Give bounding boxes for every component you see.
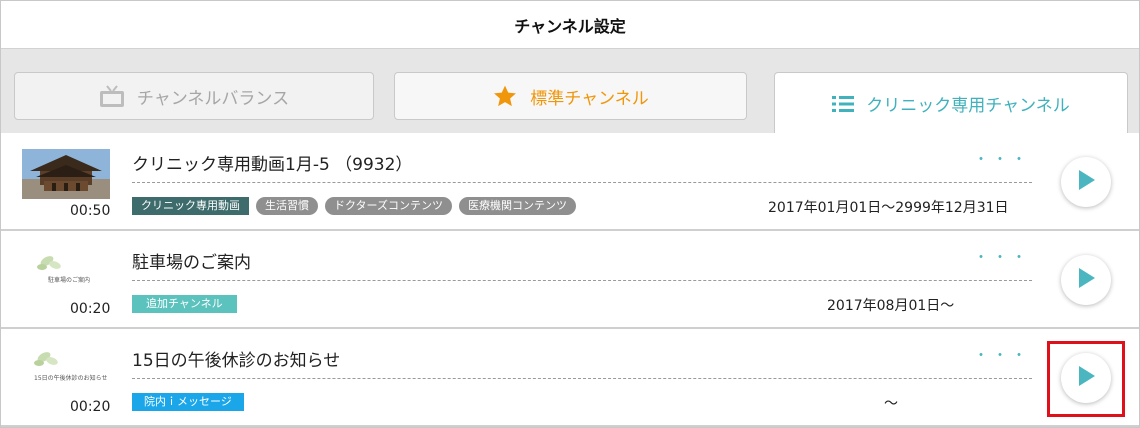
video-thumbnail[interactable] <box>22 149 110 199</box>
genre-tag: 生活習慣 <box>256 197 318 215</box>
video-duration: 00:20 <box>70 399 111 415</box>
page-title: チャンネル設定 <box>514 16 626 36</box>
video-title: クリニック専用動画1月‐5 （9932） <box>132 155 413 175</box>
list-item: 15日の午後休診のお知らせ 00:20 15日の午後休診のお知らせ ・・・ 院内… <box>1 329 1139 427</box>
divider <box>132 182 1032 183</box>
video-duration: 00:50 <box>70 203 111 219</box>
video-thumbnail[interactable]: 15日の午後休診のお知らせ <box>22 345 110 395</box>
genre-tag: ドクターズコンテンツ <box>325 197 453 215</box>
video-title: 駐車場のご案内 <box>132 253 251 273</box>
more-options-icon[interactable]: ・・・ <box>974 247 1031 267</box>
divider <box>132 280 1032 281</box>
tab-clinic-channel[interactable]: クリニック専用チャンネル <box>774 72 1128 134</box>
play-icon <box>1076 267 1096 293</box>
video-duration: 00:20 <box>70 301 111 317</box>
tab-label: クリニック専用チャンネル <box>866 96 1070 116</box>
play-icon <box>1076 365 1096 391</box>
list-icon <box>832 95 855 113</box>
video-title: 15日の午後休診のお知らせ <box>132 351 341 371</box>
tab-standard-channel[interactable]: 標準チャンネル <box>394 72 747 120</box>
play-button[interactable] <box>1061 353 1111 403</box>
thumbnail-caption: 15日の午後休診のお知らせ <box>34 375 108 382</box>
play-button[interactable] <box>1061 157 1111 207</box>
channel-settings-screen: チャンネル設定 チャンネルバランス 標準チャンネル クリニック専用チャンネル 0… <box>0 0 1140 428</box>
broadcast-period: 2017年01月01日〜2999年12月31日 <box>768 200 1009 216</box>
tab-label: 標準チャンネル <box>530 88 649 109</box>
channel-tabs: チャンネルバランス 標準チャンネル クリニック専用チャンネル <box>1 49 1139 134</box>
play-button[interactable] <box>1061 255 1111 305</box>
tv-icon <box>99 84 125 108</box>
category-tag: 院内ｉメッセージ <box>132 393 244 411</box>
video-thumbnail[interactable]: 駐車場のご案内 <box>22 247 110 297</box>
more-options-icon[interactable]: ・・・ <box>974 345 1031 365</box>
more-options-icon[interactable]: ・・・ <box>974 149 1031 169</box>
list-item: 駐車場のご案内 00:20 駐車場のご案内 ・・・ 追加チャンネル 2017年0… <box>1 231 1139 329</box>
thumbnail-caption: 駐車場のご案内 <box>48 277 91 284</box>
tab-label: チャンネルバランス <box>136 88 290 109</box>
genre-tag: 医療機関コンテンツ <box>459 197 577 215</box>
category-tag: 追加チャンネル <box>132 295 237 313</box>
tab-channel-balance[interactable]: チャンネルバランス <box>14 72 374 120</box>
channel-list: 00:50 クリニック専用動画1月‐5 （9932） ・・・ クリニック専用動画… <box>1 133 1139 427</box>
list-item: 00:50 クリニック専用動画1月‐5 （9932） ・・・ クリニック専用動画… <box>1 133 1139 231</box>
page-header: チャンネル設定 <box>1 1 1139 49</box>
tag-list: 院内ｉメッセージ <box>132 393 244 411</box>
play-icon <box>1076 169 1096 195</box>
tag-list: クリニック専用動画 生活習慣 ドクターズコンテンツ 医療機関コンテンツ <box>132 197 577 215</box>
divider <box>132 378 1032 379</box>
star-icon <box>492 84 518 109</box>
broadcast-period: 2017年08月01日〜 <box>827 298 955 314</box>
category-tag: クリニック専用動画 <box>132 197 249 215</box>
tag-list: 追加チャンネル <box>132 295 237 313</box>
broadcast-period: 〜 <box>884 396 898 412</box>
